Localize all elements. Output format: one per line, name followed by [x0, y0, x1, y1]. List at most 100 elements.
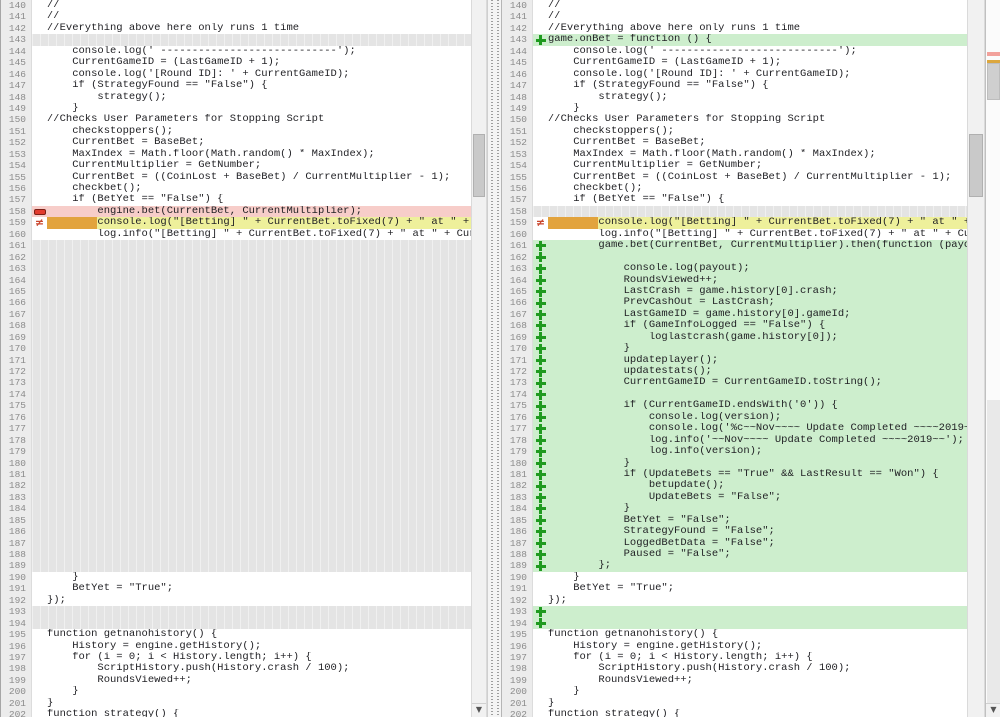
code-text-content: CurrentGameID = CurrentGameID.toString()… [548, 377, 882, 388]
left-code-pane[interactable]: 140//141//142//Everything above here onl… [1, 0, 471, 717]
line-body: function strategy() { [32, 709, 471, 717]
nav-removed-mark[interactable] [987, 52, 1000, 56]
diff-icon-gutter [533, 114, 548, 125]
right-code-pane[interactable]: 140//141//142//Everything above here onl… [501, 0, 967, 717]
code-text: for (i = 0; i < History.length; i++) { [548, 652, 967, 663]
pane-splitter[interactable] [487, 0, 501, 717]
line-body: StrategyFound = "False"; [533, 526, 967, 537]
line-body: function getnanohistory() { [32, 629, 471, 640]
line-body [32, 309, 471, 320]
diff-icon-gutter [32, 92, 47, 103]
code-text-content: CurrentBet = BaseBet; [47, 137, 205, 148]
code-line: 140// [502, 0, 967, 11]
line-body [32, 515, 471, 526]
code-text: } [47, 698, 471, 709]
line-body: console.log(version); [533, 412, 967, 423]
code-text [47, 435, 471, 446]
code-line: 190 } [502, 572, 967, 583]
code-text: checkstoppers(); [47, 126, 471, 137]
code-text [47, 263, 471, 274]
diff-icon-gutter [533, 583, 548, 594]
line-body: engine.bet(CurrentBet, CurrentMultiplier… [32, 206, 471, 217]
code-line: 202function strategy() { [502, 709, 967, 717]
nav-scroll-down-button[interactable]: ▼ [986, 703, 1000, 717]
not-equal-icon: ≠ [35, 218, 44, 228]
line-number: 164 [1, 275, 32, 286]
code-text [47, 389, 471, 400]
code-text: CurrentGameID = CurrentGameID.toString()… [548, 377, 967, 388]
diff-icon-gutter [533, 172, 548, 183]
plus-icon [536, 458, 546, 468]
diff-icon-gutter [533, 263, 548, 274]
line-body: function getnanohistory() { [533, 629, 967, 640]
diff-compare-window: 140//141//142//Everything above here onl… [0, 0, 1000, 717]
line-number: 149 [502, 103, 533, 114]
line-number: 166 [502, 297, 533, 308]
code-text-content: function getnanohistory() { [47, 629, 217, 640]
line-body: for (i = 0; i < History.length; i++) { [32, 652, 471, 663]
line-body: if (CurrentGameID.endsWith('0')) { [533, 400, 967, 411]
code-text [47, 355, 471, 366]
code-text-content: checkbet(); [548, 183, 643, 194]
line-number: 198 [502, 663, 533, 674]
code-line: 185 BetYet = "False"; [502, 515, 967, 526]
code-text: } [47, 103, 471, 114]
line-number: 190 [1, 572, 32, 583]
right-scrollbar-thumb[interactable] [969, 134, 983, 197]
line-body [32, 252, 471, 263]
left-scrollbar-thumb[interactable] [473, 134, 485, 197]
diff-icon-gutter [32, 663, 47, 674]
line-body: console.log('%c~~Nov~~~~ Update Complete… [533, 423, 967, 434]
code-text: } [47, 686, 471, 697]
line-body [32, 366, 471, 377]
diff-icon-gutter [533, 194, 548, 205]
nav-viewport-indicator[interactable] [987, 63, 1000, 100]
line-body: log.info(version); [533, 446, 967, 457]
code-line: 201} [502, 698, 967, 709]
line-number: 194 [502, 618, 533, 629]
code-text-content: } [47, 698, 53, 709]
line-body: LastCrash = game.history[0].crash; [533, 286, 967, 297]
code-text-content: CurrentBet = ((CoinLost + BaseBet) / Cur… [548, 172, 951, 183]
diff-overview-navigation-bar[interactable]: ▼ [985, 0, 1000, 717]
plus-icon [536, 412, 546, 422]
diff-icon-gutter [32, 332, 47, 343]
code-line: 192}); [1, 595, 471, 606]
line-number: 160 [1, 229, 32, 240]
code-text: // [47, 0, 471, 11]
left-scroll-down-button[interactable]: ▼ [472, 703, 486, 717]
line-number: 178 [1, 435, 32, 446]
code-text-content: UpdateBets = "False"; [548, 492, 781, 503]
line-number: 152 [1, 137, 32, 148]
code-line: 155 CurrentBet = ((CoinLost + BaseBet) /… [1, 172, 471, 183]
line-body: LoggedBetData = "False"; [533, 538, 967, 549]
code-line: 149 } [1, 103, 471, 114]
code-text-content: } [548, 103, 580, 114]
diff-icon-gutter [32, 57, 47, 68]
line-body: } [533, 686, 967, 697]
diff-icon-gutter [533, 160, 548, 171]
code-line: 147 if (StrategyFound == "False") { [1, 80, 471, 91]
code-text-content: RoundsViewed++; [548, 675, 693, 686]
code-line: 182 [1, 480, 471, 491]
diff-icon-gutter [32, 675, 47, 686]
diff-icon-gutter [32, 606, 47, 617]
line-number: 173 [1, 377, 32, 388]
code-text-content: CurrentGameID = (LastGameID + 1); [47, 57, 280, 68]
line-body [32, 526, 471, 537]
code-line: 194 [1, 618, 471, 629]
left-vertical-scrollbar[interactable]: ▼ [471, 0, 487, 717]
code-text-content: BetYet = "True"; [47, 583, 173, 594]
line-body: CurrentMultiplier = GetNumber; [32, 160, 471, 171]
diff-icon-gutter [533, 355, 548, 366]
code-line: 152 CurrentBet = BaseBet; [502, 137, 967, 148]
line-body: //Everything above here only runs 1 time [32, 23, 471, 34]
code-line: 154 CurrentMultiplier = GetNumber; [1, 160, 471, 171]
code-line: 174 [1, 389, 471, 400]
right-vertical-scrollbar[interactable] [967, 0, 985, 717]
code-text-content: checkbet(); [47, 183, 142, 194]
code-text: } [548, 103, 967, 114]
diff-icon-gutter [533, 606, 548, 617]
line-number: 182 [1, 480, 32, 491]
code-text: CurrentBet = BaseBet; [548, 137, 967, 148]
